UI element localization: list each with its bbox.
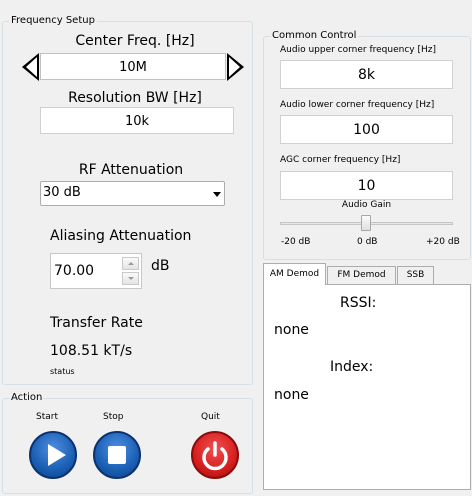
audio-lower-field[interactable]: 100 — [280, 115, 453, 144]
action-title: Action — [9, 391, 45, 405]
quit-label: Quit — [201, 412, 220, 422]
decrease-freq-arrow-inner — [26, 57, 37, 77]
aliasing-attenuation-spinbox[interactable]: 70.00 — [50, 253, 142, 289]
rf-attenuation-label: RF Attenuation — [78, 162, 184, 178]
start-label: Start — [36, 412, 58, 422]
transfer-rate-label: Transfer Rate — [50, 315, 143, 331]
index-label: Index: — [330, 359, 374, 375]
aliasing-attenuation-value: 70.00 — [54, 263, 95, 279]
spin-up-arrow-icon — [128, 262, 134, 265]
resolution-bw-label: Resolution BW [Hz] — [68, 90, 202, 106]
quit-button[interactable] — [191, 431, 239, 479]
dropdown-arrow-icon — [213, 192, 221, 197]
demod-panel: RSSI: none Index: none — [263, 284, 471, 490]
play-icon — [48, 444, 66, 466]
audio-upper-label: Audio upper corner frequency [Hz] — [280, 45, 436, 55]
audio-gain-min-label: -20 dB — [281, 237, 311, 247]
agc-field[interactable]: 10 — [280, 171, 453, 200]
index-value: none — [274, 387, 309, 403]
transfer-rate-value: 108.51 kT/s — [50, 343, 133, 359]
stop-label: Stop — [103, 412, 124, 422]
spin-up-button[interactable] — [122, 257, 139, 270]
audio-gain-mid-label: 0 dB — [357, 237, 378, 247]
tab-ssb[interactable]: SSB — [397, 266, 434, 284]
common-control-title: Common Control — [270, 29, 359, 43]
status-label: status — [50, 367, 75, 376]
tab-fm-demod[interactable]: FM Demod — [327, 266, 396, 284]
aliasing-attenuation-unit: dB — [151, 258, 170, 274]
rf-attenuation-dropdown[interactable]: 30 dB — [40, 181, 225, 206]
audio-gain-max-label: +20 dB — [426, 237, 460, 247]
center-freq-label: Center Freq. [Hz] — [75, 33, 195, 49]
spin-down-button[interactable] — [122, 272, 139, 285]
spin-down-arrow-icon — [128, 277, 134, 280]
stop-icon — [108, 446, 126, 464]
start-button[interactable] — [29, 431, 77, 479]
rf-attenuation-selected: 30 dB — [43, 185, 81, 200]
aliasing-attenuation-label: Aliasing Attenuation — [50, 228, 192, 244]
rssi-value: none — [274, 322, 309, 338]
rssi-label: RSSI: — [340, 295, 377, 311]
stop-button[interactable] — [93, 431, 141, 479]
audio-upper-field[interactable]: 8k — [280, 60, 453, 89]
frequency-setup-title: Frequency Setup — [9, 14, 97, 28]
power-icon — [202, 441, 228, 471]
tab-am-demod[interactable]: AM Demod — [263, 263, 326, 285]
audio-gain-slider[interactable] — [280, 214, 453, 232]
agc-label: AGC corner frequency [Hz] — [280, 155, 401, 165]
increase-freq-arrow-inner — [229, 57, 240, 77]
slider-thumb[interactable] — [361, 215, 371, 231]
audio-gain-label: Audio Gain — [341, 200, 392, 210]
center-freq-field[interactable]: 10M — [40, 53, 226, 80]
resolution-bw-field[interactable]: 10k — [40, 107, 234, 134]
audio-lower-label: Audio lower corner frequency [Hz] — [280, 100, 435, 110]
